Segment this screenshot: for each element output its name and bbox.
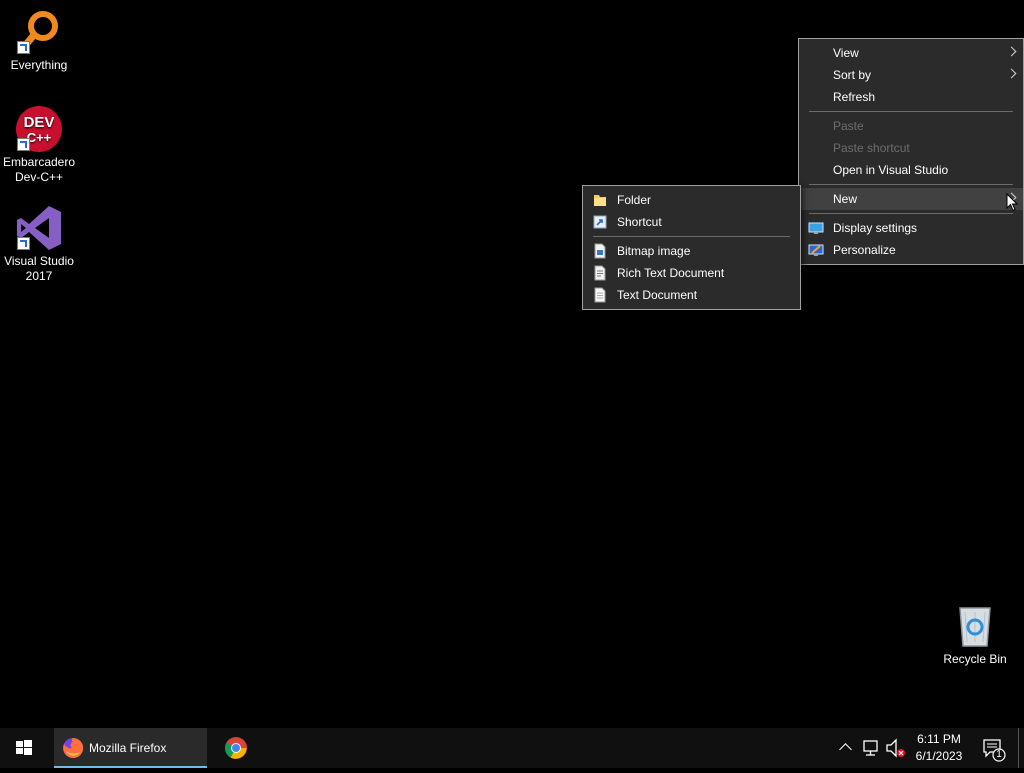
menu-item-personalize[interactable]: Personalize xyxy=(799,239,1023,261)
shortcut-icon xyxy=(592,214,608,230)
menu-item-label: Paste shortcut xyxy=(833,141,910,155)
start-button[interactable] xyxy=(0,728,48,768)
volume-muted-icon xyxy=(886,738,905,758)
menu-item-label: Bitmap image xyxy=(617,244,691,258)
menu-separator xyxy=(809,213,1013,214)
mouse-cursor-icon xyxy=(1006,192,1019,212)
menu-item-label: Sort by xyxy=(833,68,872,82)
menu-item-label: New xyxy=(833,192,858,206)
menu-item-label: Open in Visual Studio xyxy=(833,163,949,177)
menu-item-paste-shortcut: Paste shortcut xyxy=(799,137,1023,159)
menu-item-label: Shortcut xyxy=(617,215,662,229)
shortcut-arrow-icon xyxy=(17,237,30,250)
submenu-item-bitmap-image[interactable]: Bitmap image xyxy=(583,240,800,262)
menu-item-label: Personalize xyxy=(833,243,896,257)
menu-item-label: Refresh xyxy=(833,90,876,104)
volume-button[interactable] xyxy=(884,728,908,768)
notification-count: 1 xyxy=(996,749,1002,760)
clock[interactable]: 6:11 PM 6/1/2023 xyxy=(910,731,968,771)
devcpp-icon: DEV C++ xyxy=(15,105,63,153)
submenu-item-rich-text-document[interactable]: Rich Text Document xyxy=(583,262,800,284)
clock-time: 6:11 PM xyxy=(917,732,961,746)
show-hidden-icons-button[interactable] xyxy=(836,728,856,768)
notification-icon xyxy=(983,739,1006,762)
visual-studio-icon xyxy=(15,204,63,252)
menu-separator xyxy=(809,184,1013,185)
menu-separator xyxy=(809,111,1013,112)
submenu-item-text-document[interactable]: Text Document xyxy=(583,284,800,306)
desktop[interactable]: Everything DEV C++ Embarcadero Dev-C++ V… xyxy=(0,0,1024,728)
firefox-icon xyxy=(62,737,84,759)
network-icon xyxy=(863,740,878,756)
taskbar: Mozilla Firefox 6:11 PM 6/1/2023 1 xyxy=(0,728,1024,768)
desktop-icon-label: Visual Studio 2017 xyxy=(4,254,74,283)
folder-icon xyxy=(592,192,608,208)
shortcut-arrow-icon xyxy=(17,41,30,54)
menu-item-label: Rich Text Document xyxy=(617,266,725,280)
menu-item-label: Paste xyxy=(833,119,864,133)
menu-item-paste: Paste xyxy=(799,115,1023,137)
shortcut-arrow-icon xyxy=(17,138,30,151)
chevron-right-icon xyxy=(1006,46,1017,57)
svg-text:C++: C++ xyxy=(27,130,52,145)
windows-start-icon xyxy=(16,740,32,755)
submenu-item-shortcut[interactable]: Shortcut xyxy=(583,211,800,233)
desktop-icon-visual-studio[interactable]: Visual Studio 2017 xyxy=(0,204,78,284)
text-document-icon xyxy=(592,287,608,303)
rich-text-icon xyxy=(592,265,608,281)
recycle-bin-icon xyxy=(951,602,999,650)
personalize-icon xyxy=(808,242,824,258)
chevron-right-icon xyxy=(1006,68,1017,79)
network-status-button[interactable] xyxy=(860,728,882,768)
show-desktop-button[interactable] xyxy=(1018,728,1024,768)
desktop-icon-devcpp[interactable]: DEV C++ Embarcadero Dev-C++ xyxy=(0,105,78,185)
menu-item-label: View xyxy=(833,46,859,60)
desktop-icon-label: Recycle Bin xyxy=(943,652,1007,666)
desktop-context-menu: View Sort by Refresh Paste Paste shortcu… xyxy=(798,38,1024,265)
taskbar-app-firefox[interactable]: Mozilla Firefox xyxy=(54,728,207,768)
menu-item-label: Display settings xyxy=(833,221,918,235)
everything-magnifier-icon xyxy=(15,8,63,56)
desktop-icon-recycle-bin[interactable]: Recycle Bin xyxy=(936,602,1014,667)
chevron-up-icon xyxy=(839,743,852,756)
taskbar-app-label: Mozilla Firefox xyxy=(89,741,167,755)
clock-date: 6/1/2023 xyxy=(915,749,963,763)
menu-item-refresh[interactable]: Refresh xyxy=(799,86,1023,108)
desktop-icon-everything[interactable]: Everything xyxy=(0,8,78,73)
menu-item-new[interactable]: New xyxy=(799,188,1023,210)
new-submenu: Folder Shortcut Bitmap image Rich Text D… xyxy=(582,185,801,310)
action-center-button[interactable]: 1 xyxy=(978,728,1008,768)
menu-separator xyxy=(593,236,790,237)
menu-item-view[interactable]: View xyxy=(799,42,1023,64)
desktop-icon-label: Everything xyxy=(10,58,68,72)
menu-item-display-settings[interactable]: Display settings xyxy=(799,217,1023,239)
submenu-item-folder[interactable]: Folder xyxy=(583,189,800,211)
menu-item-label: Folder xyxy=(617,193,652,207)
menu-item-label: Text Document xyxy=(617,288,698,302)
taskbar-app-chrome[interactable] xyxy=(214,728,258,768)
desktop-icon-label: Embarcadero Dev-C++ xyxy=(2,155,76,184)
chrome-icon xyxy=(224,736,248,760)
bitmap-icon xyxy=(592,243,608,259)
svg-text:DEV: DEV xyxy=(24,114,55,131)
menu-item-sort-by[interactable]: Sort by xyxy=(799,64,1023,86)
menu-item-open-in-visual-studio[interactable]: Open in Visual Studio xyxy=(799,159,1023,181)
display-settings-icon xyxy=(808,220,824,236)
